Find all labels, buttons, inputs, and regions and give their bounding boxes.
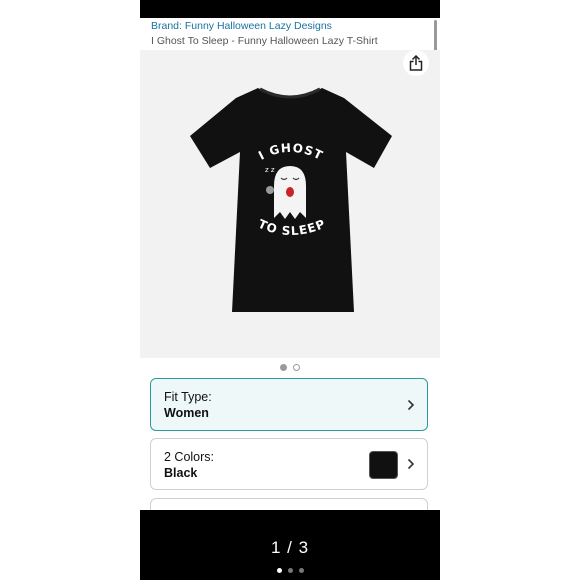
share-button[interactable]: [403, 50, 429, 76]
carousel-dot[interactable]: [293, 364, 300, 371]
image-counter: 1 / 3: [270, 538, 310, 557]
viewer-dot[interactable]: [287, 568, 293, 573]
brand-link[interactable]: Brand: Funny Halloween Lazy Designs: [151, 20, 332, 32]
color-swatch-black[interactable]: [369, 451, 398, 479]
color-value: Black: [164, 466, 198, 480]
viewer-dot-active[interactable]: [276, 568, 282, 573]
carousel-indicator: [140, 364, 440, 374]
fit-type-selector[interactable]: Fit Type: Women: [150, 378, 428, 431]
fit-type-label: Fit Type:: [164, 390, 212, 404]
chevron-right-icon: [407, 439, 415, 489]
fit-type-value: Women: [164, 406, 209, 420]
carousel-dot-active[interactable]: [280, 364, 287, 371]
product-image[interactable]: I GHOST TO SLEEP z z: [140, 50, 440, 358]
viewer-page-indicator: [140, 568, 440, 573]
snore-text: z z: [265, 166, 275, 174]
product-title: I Ghost To Sleep - Funny Halloween Lazy …: [151, 35, 378, 47]
color-selector[interactable]: 2 Colors: Black: [150, 438, 428, 490]
color-label: 2 Colors:: [164, 450, 215, 464]
viewer-dot[interactable]: [298, 568, 304, 573]
share-icon: [409, 55, 423, 71]
tshirt-image: I GHOST TO SLEEP z z: [190, 87, 392, 312]
image-viewer-bar: 1 / 3: [140, 510, 440, 580]
chevron-right-icon: [407, 379, 415, 430]
product-page: Brand: Funny Halloween Lazy Designs I Gh…: [140, 0, 440, 580]
top-bar: [140, 0, 440, 18]
